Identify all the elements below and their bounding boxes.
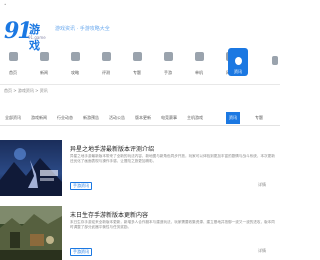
breadcrumb[interactable]: 首页 > 游戏资讯 > 资讯: [4, 88, 48, 94]
article-title[interactable]: 异星之地手游最新版本评测介绍: [70, 144, 154, 153]
divider: [0, 84, 280, 85]
tab-industry[interactable]: 行业动态: [54, 112, 76, 124]
article-summary: 末日生存手游迎来全新版本更新，新增多人合作副本与建造玩法，玩家需要收集资源、建立…: [70, 220, 275, 230]
tab-esports[interactable]: 电竞赛事: [158, 112, 180, 124]
topic-icon: [132, 52, 142, 61]
article-tag[interactable]: 手游资讯: [70, 182, 92, 190]
nav-label: 新闻: [40, 70, 48, 75]
nav-label: 专题: [133, 70, 141, 75]
article-tag[interactable]: 手游资讯: [70, 248, 92, 256]
nav-label: 资讯: [234, 69, 242, 74]
tab-update[interactable]: 版本更新: [132, 112, 154, 124]
site-slogan: 游戏资讯 · 手游攻略大全: [55, 26, 110, 32]
article-item[interactable]: 异星之地手游最新版本评测介绍 异星之地手游最新版本带来了全新的玩法内容，新地图与…: [0, 140, 280, 196]
nav-label: 评测: [102, 70, 110, 75]
nav-item-news[interactable]: 新闻: [31, 48, 57, 80]
article-more-link[interactable]: 详情: [258, 248, 266, 254]
nav-item-pc[interactable]: 单机: [186, 48, 212, 80]
category-tabs: 全部资讯 游戏新闻 行业动态 新游预告 活动公告 版本更新 电竞赛事 主机游戏 …: [0, 112, 280, 126]
tab-all[interactable]: 全部资讯: [2, 112, 24, 124]
game-art-image: [0, 140, 62, 196]
info-icon: [234, 57, 242, 65]
more-icon: [272, 56, 278, 65]
nav-more[interactable]: [270, 48, 280, 78]
pc-icon: [194, 52, 204, 61]
nav-label: 首页: [9, 70, 17, 75]
tab-preview[interactable]: 新游预告: [80, 112, 102, 124]
nav-item-mobile[interactable]: 手游: [155, 48, 181, 80]
nav-item-review[interactable]: 评测: [93, 48, 119, 80]
tab-events[interactable]: 活动公告: [106, 112, 128, 124]
tab-topic[interactable]: 专题: [252, 112, 266, 124]
article-summary: 异星之地手游最新版本带来了全新的玩法内容，新地图与新角色同步开放，玩家可以体验到…: [70, 154, 275, 164]
nav-label: 单机: [195, 70, 203, 75]
tab-news[interactable]: 游戏新闻: [28, 112, 50, 124]
article-thumbnail[interactable]: [0, 206, 62, 260]
article-item[interactable]: 末日生存手游新版本更新内容 末日生存手游迎来全新版本更新，新增多人合作副本与建造…: [0, 206, 280, 260]
tab-info[interactable]: 资讯: [226, 112, 240, 124]
game-art-image: [0, 206, 62, 260]
nav-label: 攻略: [71, 70, 79, 75]
logo-subtext: 91.game: [28, 35, 46, 40]
nav-item-home[interactable]: 首页: [0, 48, 26, 80]
article-title[interactable]: 末日生存手游新版本更新内容: [70, 210, 148, 219]
article-thumbnail[interactable]: [0, 140, 62, 196]
top-bar-marker: •: [4, 2, 7, 7]
logo-number: 91: [4, 18, 33, 44]
news-icon: [39, 52, 49, 61]
tab-console[interactable]: 主机游戏: [184, 112, 206, 124]
nav-item-topic[interactable]: 专题: [124, 48, 150, 80]
site-logo[interactable]: 91 游戏 91.game: [4, 18, 50, 52]
top-status-bar: •: [0, 0, 280, 8]
review-icon: [101, 52, 111, 61]
phone-icon: [163, 52, 173, 61]
nav-item-info[interactable]: 资讯: [228, 48, 248, 76]
main-nav: 首页 新闻 攻略 评测 专题 手游 单机 网游 资讯: [0, 44, 280, 86]
nav-item-guide[interactable]: 攻略: [62, 48, 88, 80]
site-header: 91 游戏 91.game 游戏资讯 · 手游攻略大全: [0, 8, 280, 52]
nav-label: 手游: [164, 70, 172, 75]
guide-icon: [70, 52, 80, 61]
article-more-link[interactable]: 详情: [258, 182, 266, 188]
home-icon: [8, 52, 18, 61]
